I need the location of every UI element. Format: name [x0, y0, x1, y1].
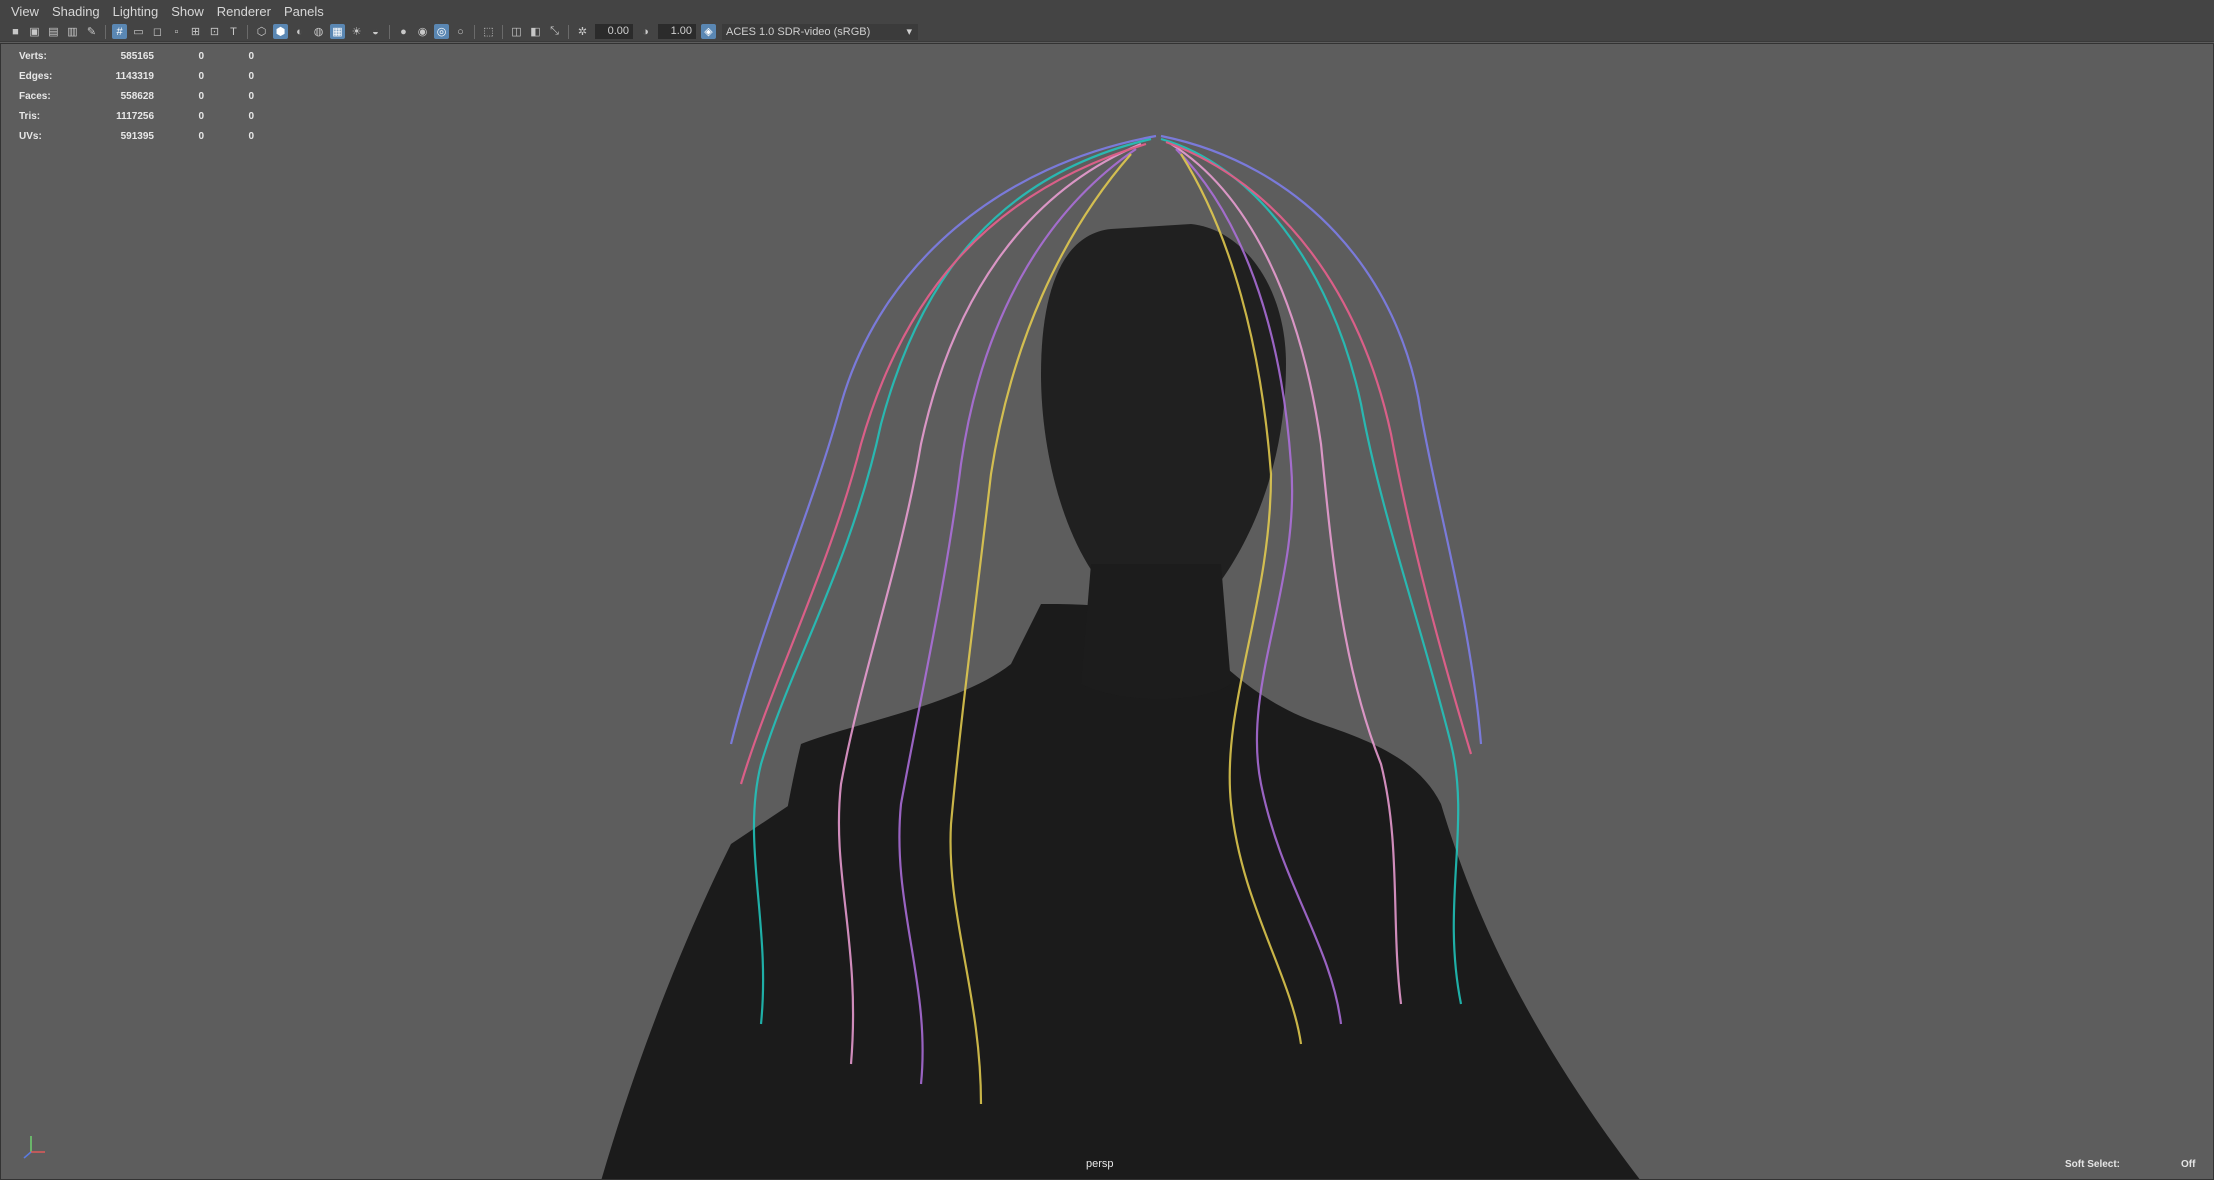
hud-row-uvs: UVs: 591395 0 0	[19, 126, 254, 146]
hud-label: Edges:	[19, 70, 53, 82]
resolution-gate-icon[interactable]: ◻	[150, 24, 165, 39]
menu-view[interactable]: View	[11, 4, 39, 19]
hud-value: 0	[248, 70, 254, 82]
hud-value: 0	[198, 70, 204, 82]
safe-action-icon[interactable]: ⊡	[207, 24, 222, 39]
field-chart-icon[interactable]: ⊞	[188, 24, 203, 39]
gate-mask-icon[interactable]: ▫	[169, 24, 184, 39]
hud-row-faces: Faces: 558628 0 0	[19, 86, 254, 106]
hud-value: 0	[198, 50, 204, 62]
panel-menubar: View Shading Lighting Show Renderer Pane…	[0, 0, 2214, 22]
separator	[502, 24, 503, 39]
hud-row-edges: Edges: 1143319 0 0	[19, 66, 254, 86]
hud-value: 0	[198, 130, 204, 142]
hud-label: Faces:	[19, 90, 51, 102]
film-gate-icon[interactable]: ▭	[131, 24, 146, 39]
screen-space-ao-icon[interactable]: ●	[396, 24, 411, 39]
default-material-icon[interactable]: ◐	[292, 24, 307, 39]
exposure-field[interactable]: 0.00	[595, 24, 633, 39]
poly-count-hud: Verts: 585165 0 0 Edges: 1143319 0 0 Fac…	[19, 46, 254, 146]
hud-value: 585165	[120, 50, 154, 62]
hud-value: 0	[248, 90, 254, 102]
hud-value: 1143319	[115, 70, 154, 82]
separator	[474, 24, 475, 39]
hud-value: 1117256	[116, 110, 154, 122]
bookmark-icon[interactable]: ▤	[46, 24, 61, 39]
wireframe-on-shaded-icon[interactable]: ◍	[311, 24, 326, 39]
separator	[389, 24, 390, 39]
isolate-select-icon[interactable]: ⬚	[481, 24, 496, 39]
wireframe-icon[interactable]: ⬡	[254, 24, 269, 39]
separator	[247, 24, 248, 39]
soft-select-label: Soft Select:	[2065, 1159, 2121, 1170]
grease-pencil-icon[interactable]: ✎	[84, 24, 99, 39]
hud-value: 0	[248, 50, 254, 62]
view-axis-icon	[23, 1136, 45, 1159]
chevron-down-icon: ▾	[906, 26, 912, 38]
hud-value: 0	[198, 90, 204, 102]
separator	[105, 24, 106, 39]
shadows-icon[interactable]: ◒	[368, 24, 383, 39]
gamma-icon[interactable]: ◑	[638, 24, 653, 39]
exposure-icon[interactable]: ✲	[575, 24, 590, 39]
hud-value: 558628	[120, 90, 154, 102]
3d-viewport[interactable]: Verts: 585165 0 0 Edges: 1143319 0 0 Fac…	[0, 43, 2214, 1180]
xray-joints-icon[interactable]: ◧	[528, 24, 543, 39]
hud-label: Verts:	[19, 50, 47, 62]
gamma-field[interactable]: 1.00	[658, 24, 696, 39]
view-transform-dropdown[interactable]: ACES 1.0 SDR-video (sRGB) ▾	[722, 23, 918, 40]
hud-row-tris: Tris: 1117256 0 0	[19, 106, 254, 126]
character-scene	[601, 134, 1640, 1179]
smooth-shade-icon[interactable]: ⬢	[273, 24, 288, 39]
motion-blur-icon[interactable]: ◉	[415, 24, 430, 39]
hud-value: 0	[198, 110, 204, 122]
menu-renderer[interactable]: Renderer	[217, 4, 271, 19]
separator	[568, 24, 569, 39]
anti-aliasing-icon[interactable]: ◎	[434, 24, 449, 39]
textured-icon[interactable]: ▦	[330, 24, 345, 39]
depth-of-field-icon[interactable]: ○	[453, 24, 468, 39]
menu-panels[interactable]: Panels	[284, 4, 324, 19]
color-management-icon[interactable]: ◈	[701, 24, 716, 39]
view-transform-value: ACES 1.0 SDR-video (sRGB)	[726, 25, 871, 38]
use-all-lights-icon[interactable]: ☀	[349, 24, 364, 39]
grid-icon[interactable]: #	[112, 24, 127, 39]
xray-icon[interactable]: ◫	[509, 24, 524, 39]
menu-shading[interactable]: Shading	[52, 4, 100, 19]
soft-select-value: Off	[2181, 1159, 2196, 1170]
menu-show[interactable]: Show	[171, 4, 204, 19]
menu-lighting[interactable]: Lighting	[113, 4, 159, 19]
image-plane-icon[interactable]: ▥	[65, 24, 80, 39]
hud-value: 0	[248, 130, 254, 142]
neck-silhouette	[1081, 564, 1231, 699]
hud-row-verts: Verts: 585165 0 0	[19, 46, 254, 66]
safe-title-icon[interactable]: T	[226, 24, 241, 39]
xray-components-icon[interactable]: ⤡	[547, 24, 562, 39]
hud-value: 0	[248, 110, 254, 122]
hud-label: UVs:	[19, 130, 42, 142]
hud-label: Tris:	[19, 110, 41, 122]
hud-value: 591395	[120, 130, 154, 142]
maya-viewport-window: View Shading Lighting Show Renderer Pane…	[0, 0, 2214, 1180]
head-silhouette	[1041, 224, 1286, 617]
camera-name-label: persp	[1086, 1158, 1114, 1170]
camera-attributes-icon[interactable]: ▣	[27, 24, 42, 39]
camera-icon[interactable]: ■	[8, 24, 23, 39]
panel-toolbar: ■ ▣ ▤ ▥ ✎ # ▭ ◻ ▫ ⊞ ⊡ T ⬡ ⬢ ◐ ◍ ▦ ☀ ◒ ● …	[0, 22, 2214, 42]
